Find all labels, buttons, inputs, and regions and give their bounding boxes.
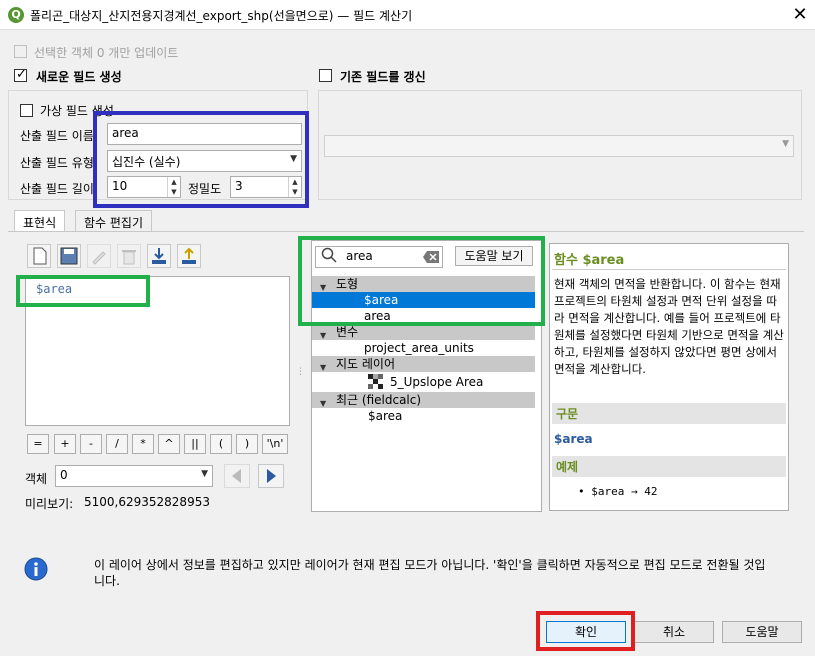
feature-value: 0	[60, 468, 68, 482]
operator-divide-button[interactable]: /	[106, 434, 128, 454]
help-description: 현재 객체의 면적을 반환합니다. 이 함수는 현재 프로젝트의 타원체 설정과…	[554, 277, 784, 376]
tree-item-layer[interactable]: 5_Upslope Area	[312, 372, 535, 392]
operator-multiply-button[interactable]: *	[132, 434, 154, 454]
operator-open-paren-button[interactable]: (	[210, 434, 232, 454]
previous-feature-button	[224, 464, 250, 488]
highlight-ok	[536, 611, 635, 651]
tab-divider	[8, 231, 804, 232]
preview-label: 미리보기:	[25, 497, 74, 511]
help-example: • $area → 42	[578, 485, 658, 498]
tree-group-label: 지도 레이어	[336, 357, 396, 371]
field-name-label: 산출 필드 이름	[20, 129, 94, 143]
tree-group-recent[interactable]: ▼ 최근 (fieldcalc)	[312, 392, 535, 408]
window-title: 폴리곤_대상지_산지전용지경계선_export_shp(선을면으로) — 필드 …	[30, 9, 413, 23]
help-example-text: $area → 42	[591, 485, 658, 498]
help-button[interactable]: 도움말	[722, 621, 802, 643]
help-divider	[552, 269, 786, 270]
cancel-button[interactable]: 취소	[634, 621, 714, 643]
operator-power-button[interactable]: ^	[158, 434, 180, 454]
chevron-down-icon: ▼	[201, 469, 208, 479]
export-icon[interactable]	[177, 244, 201, 268]
delete-icon	[117, 244, 141, 268]
next-feature-button[interactable]	[258, 464, 284, 488]
tree-item-recent-area[interactable]: $area	[312, 408, 535, 424]
highlight-expression	[16, 275, 150, 307]
tree-group-map-layers[interactable]: ▼ 지도 레이어	[312, 356, 535, 372]
update-selected-checkbox	[14, 45, 27, 58]
help-panel: 함수 $area 현재 객체의 면적을 반환합니다. 이 함수는 현재 프로젝트…	[549, 243, 789, 511]
new-field-checkbox[interactable]	[14, 67, 27, 82]
operator-equals-button[interactable]: =	[27, 434, 49, 454]
close-icon[interactable]: ✕	[790, 4, 810, 25]
tree-group-label: 변수	[336, 325, 359, 339]
operator-plus-button[interactable]: +	[54, 434, 76, 454]
splitter-handle[interactable]: ⋮	[296, 368, 305, 377]
info-message: 이 레이어 상에서 정보를 편집하고 있지만 레이어가 현재 편집 모드가 아닙…	[94, 558, 766, 588]
existing-field-select: ▼	[324, 135, 794, 157]
preview-value: 5100,629352828953	[84, 495, 210, 509]
help-title: 함수 $area	[554, 253, 625, 268]
highlight-search	[298, 236, 545, 326]
new-field-label: 새로운 필드 생성	[36, 70, 122, 84]
update-existing-checkbox[interactable]	[319, 69, 332, 82]
qgis-logo-icon: Q	[8, 7, 24, 23]
operator-close-paren-button[interactable]: )	[236, 434, 258, 454]
field-length-label: 산출 필드 길이	[20, 182, 94, 196]
help-examples-header: 예제	[552, 456, 786, 477]
tree-group-variables[interactable]: ▼ 변수	[312, 324, 535, 340]
operator-minus-button[interactable]: -	[80, 434, 102, 454]
help-syntax-header: 구문	[552, 403, 786, 424]
update-existing-label: 기존 필드를 갱신	[340, 70, 426, 84]
save-icon[interactable]	[57, 244, 81, 268]
layer-name: 5_Upslope Area	[390, 375, 484, 389]
expand-triangle-icon: ▼	[320, 399, 327, 408]
feature-label: 객체	[25, 472, 48, 486]
expand-triangle-icon: ▼	[320, 331, 327, 340]
help-syntax: $area	[554, 432, 593, 446]
virtual-field-checkbox[interactable]	[20, 104, 33, 117]
info-icon	[24, 557, 48, 584]
field-type-label: 산출 필드 유형	[20, 156, 94, 170]
tree-item-project-area-units[interactable]: project_area_units	[312, 340, 535, 356]
operator-concat-button[interactable]: ||	[184, 434, 206, 454]
chevron-down-icon: ▼	[782, 139, 789, 149]
new-file-icon[interactable]	[27, 244, 51, 268]
update-selected-label: 선택한 객체 0 개만 업데이트	[34, 46, 179, 60]
tree-group-label: 최근 (fieldcalc)	[336, 393, 422, 407]
edit-icon	[87, 244, 111, 268]
import-icon[interactable]	[147, 244, 171, 268]
tab-function-editor[interactable]: 함수 편집기	[75, 210, 153, 232]
title-bar: Q 폴리곤_대상지_산지전용지경계선_export_shp(선을면으로) — 필…	[0, 0, 815, 30]
tab-expression[interactable]: 표현식	[14, 210, 66, 232]
operator-newline-button[interactable]: '\n'	[262, 434, 288, 454]
highlight-field-settings	[93, 111, 309, 208]
feature-select[interactable]: 0 ▼	[55, 465, 213, 487]
